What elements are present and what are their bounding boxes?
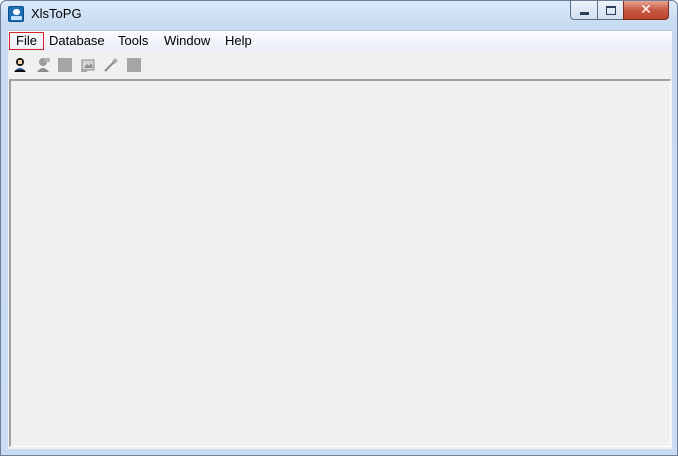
table-image-icon[interactable]: [79, 56, 97, 74]
title-bar[interactable]: XlsToPG ✕: [1, 1, 677, 29]
toolbar: [8, 52, 672, 78]
window-title: XlsToPG: [31, 6, 82, 21]
minimize-icon: [579, 11, 589, 15]
mdi-workspace[interactable]: [9, 79, 671, 447]
minimize-button[interactable]: [570, 1, 598, 20]
blank-square-icon[interactable]: [56, 56, 74, 74]
menu-help[interactable]: Help: [219, 32, 258, 50]
menu-window[interactable]: Window: [158, 32, 216, 50]
maximize-icon: [605, 5, 616, 15]
blank-square-icon[interactable]: [125, 56, 143, 74]
close-icon: ✕: [640, 2, 652, 18]
maximize-button[interactable]: [597, 1, 624, 20]
connect-user-icon[interactable]: [11, 56, 29, 74]
menu-database[interactable]: Database: [43, 32, 111, 50]
menu-bar: File Database Tools Window Help: [8, 30, 672, 52]
close-button[interactable]: ✕: [623, 1, 669, 20]
menu-tools[interactable]: Tools: [112, 32, 154, 50]
client-area: [8, 51, 672, 450]
menu-file[interactable]: File: [9, 32, 44, 50]
app-icon[interactable]: [8, 6, 24, 22]
main-window: XlsToPG ✕ File Database Tools Window Hel…: [0, 0, 678, 456]
disconnect-user-icon[interactable]: [34, 56, 52, 74]
wand-icon[interactable]: [102, 56, 120, 74]
